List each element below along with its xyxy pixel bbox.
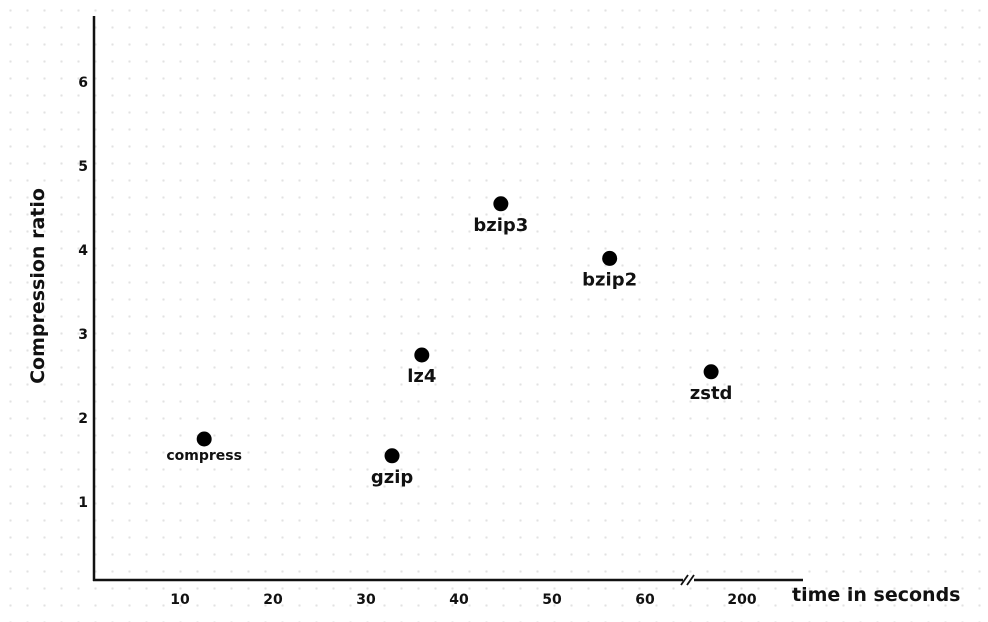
point-marker (493, 196, 509, 212)
y-tick-label: 2 (78, 411, 88, 427)
point-label: bzip3 (473, 215, 528, 236)
x-tick-label: 50 (542, 592, 562, 608)
data-points: compress gzip lz4 bzip3 bzip2 zstd (166, 196, 732, 488)
point-label: gzip (371, 467, 414, 488)
x-tick-labels: 10 20 30 40 50 60 200 (170, 592, 757, 608)
data-point-lz4: lz4 (407, 347, 436, 387)
data-point-bzip2: bzip2 (582, 250, 637, 290)
y-tick-labels: 1 2 3 4 5 6 (78, 75, 88, 511)
point-label: zstd (690, 383, 733, 404)
x-tick-label: 10 (170, 592, 190, 608)
point-marker (602, 250, 618, 266)
point-marker (703, 364, 719, 380)
point-marker (384, 448, 400, 464)
y-tick-label: 3 (78, 327, 88, 343)
point-label: lz4 (407, 366, 436, 387)
x-tick-label: 30 (356, 592, 376, 608)
y-tick-label: 4 (78, 243, 88, 259)
point-marker (196, 431, 212, 447)
y-tick-label: 1 (78, 495, 88, 511)
x-tick-label: 60 (635, 592, 655, 608)
point-label: bzip2 (582, 269, 637, 290)
x-tick-label: 20 (263, 592, 283, 608)
y-axis-title: Compression ratio (27, 188, 49, 384)
axes (92, 16, 803, 586)
x-tick-label: 40 (449, 592, 469, 608)
x-tick-label: 200 (727, 592, 756, 608)
data-point-compress: compress (166, 431, 242, 464)
y-tick-label: 5 (78, 159, 88, 175)
point-label: compress (166, 448, 242, 464)
data-point-gzip: gzip (371, 448, 414, 488)
scatter-chart: 1 2 3 4 5 6 10 20 30 40 50 60 200 Compression ratio… (27, 16, 961, 608)
y-tick-label: 6 (78, 75, 88, 91)
point-marker (414, 347, 430, 363)
x-axis-title: time in seconds (792, 584, 961, 606)
data-point-zstd: zstd (690, 364, 733, 404)
data-point-bzip3: bzip3 (473, 196, 528, 236)
